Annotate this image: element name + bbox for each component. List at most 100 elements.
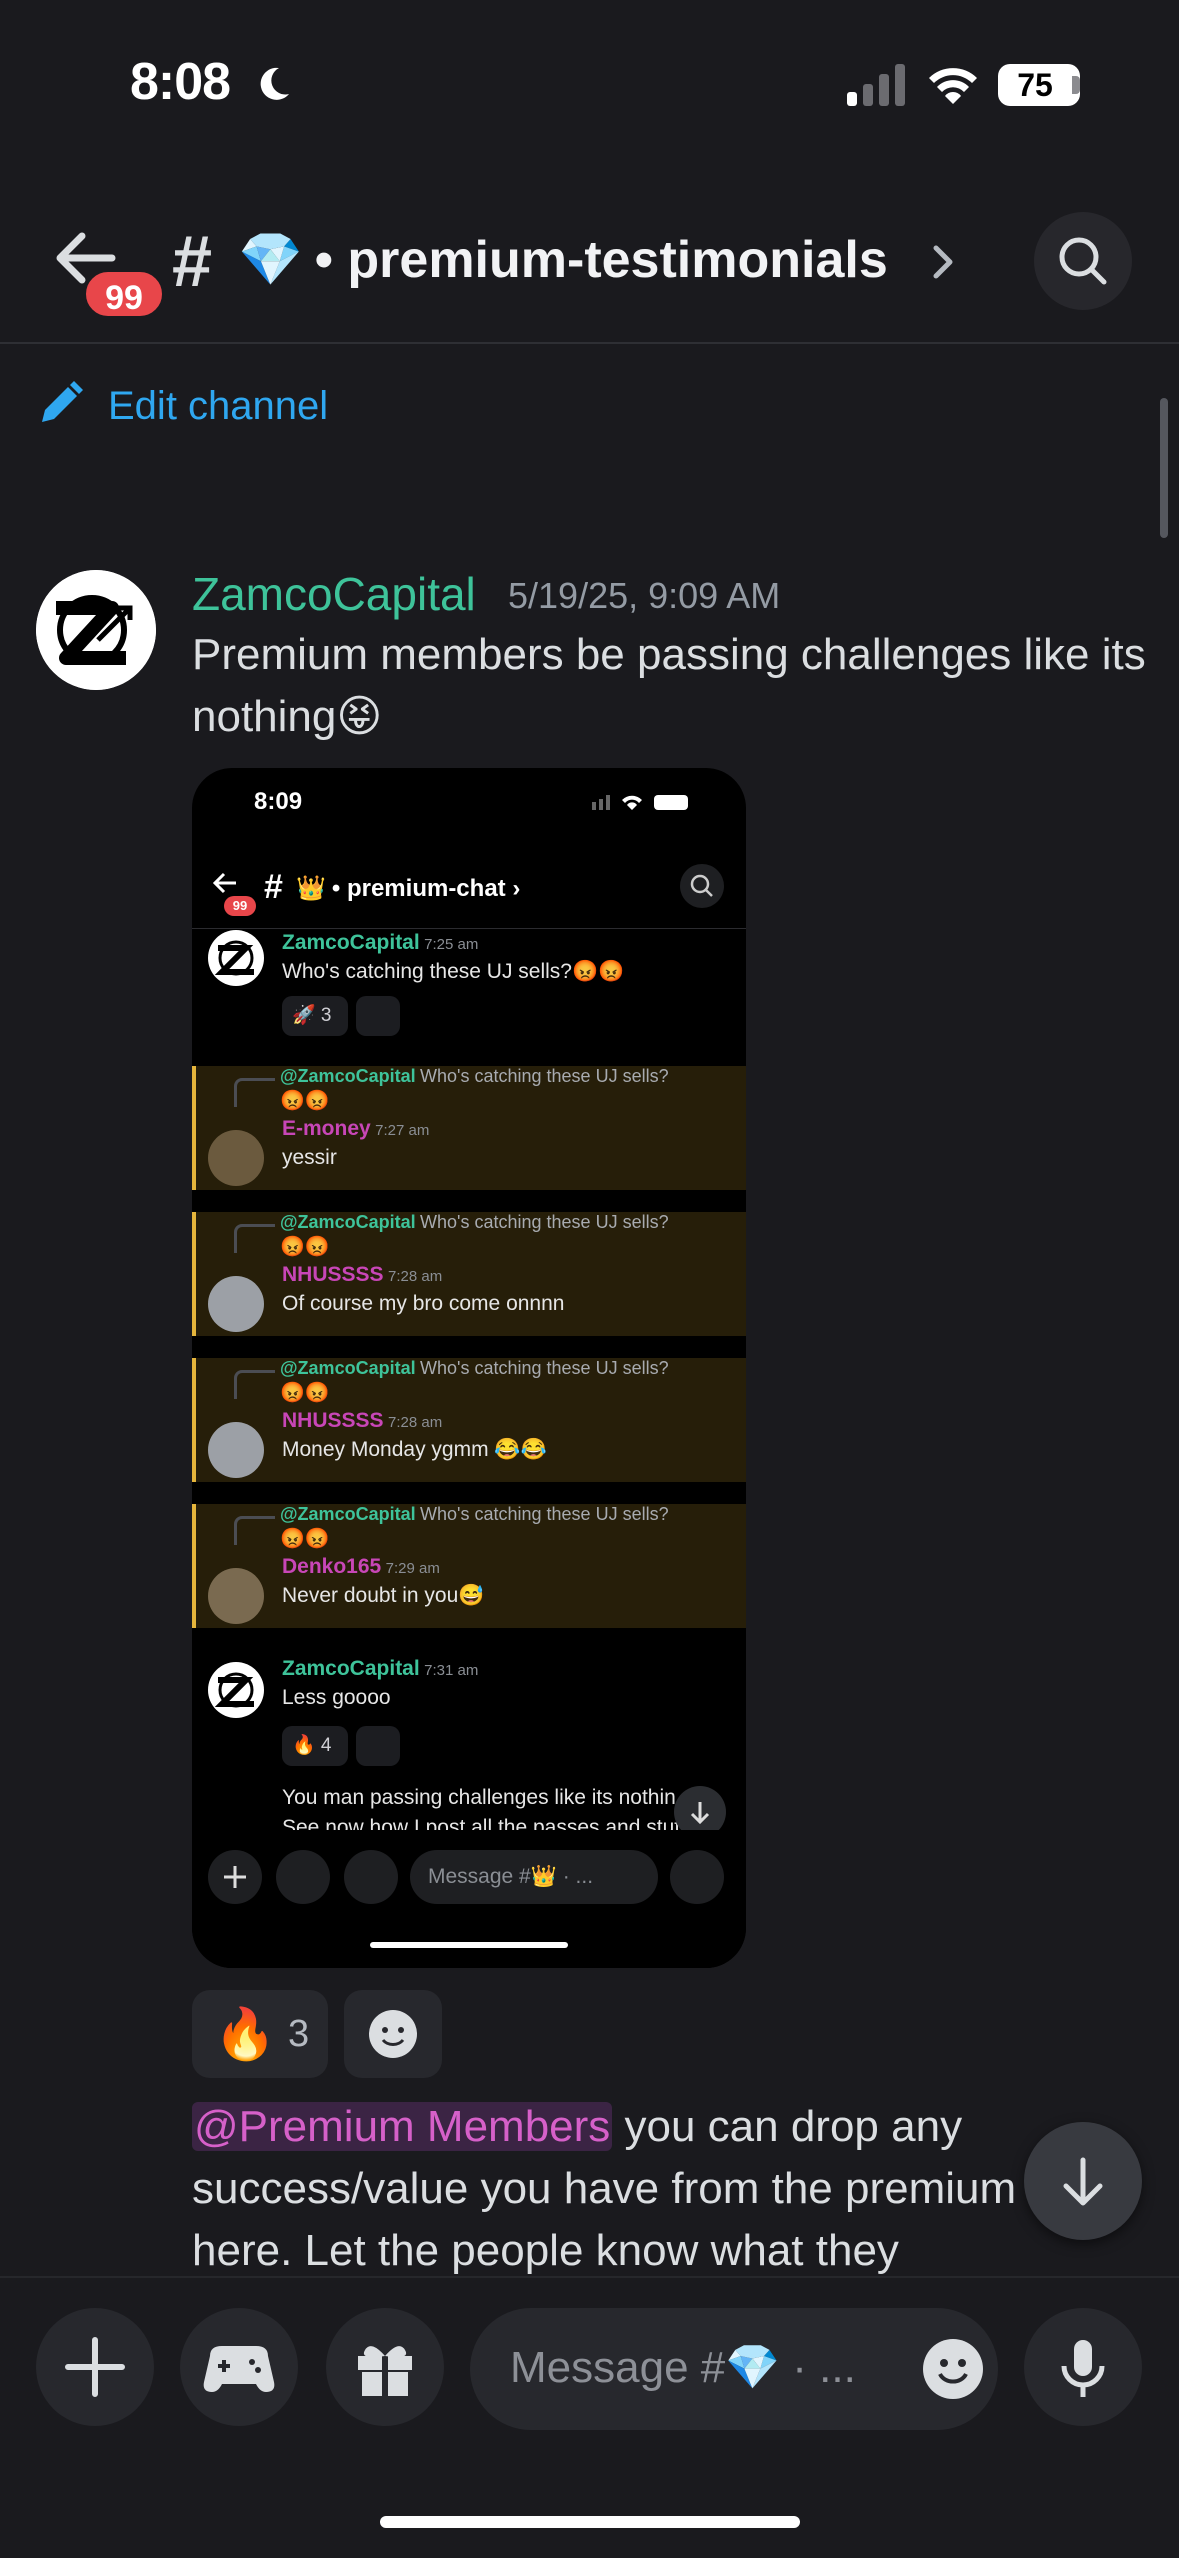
attachment-msg-author: ZamcoCapital [282,1657,420,1680]
attachment-reaction: 🚀 3 [282,996,348,1036]
attachment-msg-1-header: E-money 7:27 am [282,1116,429,1144]
edit-channel-link[interactable]: Edit channel [108,382,328,430]
reply-text: Who's catching these UJ sells? [420,1066,669,1086]
reply-connector [234,1078,275,1107]
gamepad-icon [203,2346,275,2392]
reply-connector [234,1224,275,1253]
attachment-channel-emoji: 👑 [296,875,326,902]
reply-text: Who's catching these UJ sells? [420,1358,669,1378]
signal-icon [845,62,907,108]
attachment-msg-text: Money Monday ygmm 😂😂 [282,1438,547,1461]
attachment-back-icon [210,868,240,898]
attachment-msg-4-header: Denko165 7:29 am [282,1554,440,1582]
attachment-avatar [208,1422,264,1478]
attachment-channel-title: 👑 • premium-chat › [296,875,521,902]
attachment-plus-icon [208,1850,262,1904]
reply-author: @ZamcoCapital [280,1504,416,1524]
attachment-channel-name: • premium-chat [331,875,506,902]
attachment-msg-text: Never doubt in you😅 [282,1584,485,1607]
attachment-msg-3-header: NHUSSSS 7:28 am [282,1408,442,1436]
attachment-message-input: Message #👑 · ... [410,1850,658,1904]
attachment-msg-5-header: ZamcoCapital 7:31 am [282,1656,478,1684]
plus-icon [65,2337,125,2397]
attachment-status-icons [592,792,692,812]
activities-button[interactable] [180,2308,298,2426]
arrow-down-icon [1063,2157,1103,2206]
attachment-divider [192,928,746,929]
smiley-icon [369,2010,417,2058]
unread-badge: 99 [82,268,166,320]
reaction-count: 3 [288,2013,310,2055]
message-author[interactable]: ZamcoCapital [192,564,476,624]
attachment-avatar [208,1130,264,1186]
header-divider [0,342,1179,344]
channel-hash-icon: # [172,222,213,302]
attachment-reply-ref: @ZamcoCapital Who's catching these UJ se… [280,1064,669,1088]
reply-text: Who's catching these UJ sells? [420,1504,669,1524]
attachment-trailing-text: You man passing challenges like its noth… [282,1786,676,1809]
search-button[interactable] [1034,212,1132,310]
attachment-reply-ref: @ZamcoCapital Who's catching these UJ se… [280,1210,669,1234]
attachment-home-indicator [370,1942,568,1948]
attachment-hash-icon: # [264,868,283,906]
battery-tip [1072,76,1080,94]
battery-level: 75 [1017,67,1053,103]
pencil-icon[interactable] [36,380,84,428]
moon-icon [253,64,293,104]
attachment-reply-ref: @ZamcoCapital Who's catching these UJ se… [280,1502,669,1526]
wifi-icon [925,62,981,108]
attachment-avatar [208,1276,264,1332]
plus-button[interactable] [36,2308,154,2426]
attachment-msg-text: Who's catching these UJ sells?😡😡 [282,960,625,983]
jump-to-latest-button[interactable] [1024,2122,1142,2240]
emoji-icon[interactable] [920,2336,986,2402]
attachment-msg-author: ZamcoCapital [282,931,420,954]
attachment-avatar [208,1662,264,1718]
image-attachment[interactable]: 8:09 99 # 👑 • premium-chat › ZamcoCapital… [192,768,746,1968]
channel-emoji: 💎 [238,231,303,289]
attachment-msg-time: 7:28 am [387,1268,443,1285]
search-icon [1059,237,1107,285]
add-reaction-button[interactable] [344,1990,442,2078]
attachment-gamepad-icon [276,1850,330,1904]
channel-title[interactable]: 💎 • premium-testimonials [238,228,888,292]
gift-icon [358,2346,412,2396]
attachment-add-reaction-icon [356,1726,400,1766]
attachment-msg-time: 7:25 am [424,936,479,953]
attachment-reaction: 🔥 4 [282,1726,348,1766]
home-indicator [380,2516,800,2528]
attachment-msg-time: 7:28 am [387,1414,443,1431]
attachment-gift-icon [344,1850,398,1904]
chevron-right-icon[interactable] [930,240,956,284]
attachment-search-icon [680,864,724,908]
reply-author: @ZamcoCapital [280,1212,416,1232]
reply-connector [234,1370,275,1399]
attachment-msg-text: Of course my bro come onnnn [282,1292,565,1315]
avatar[interactable] [36,570,156,690]
role-mention[interactable]: @Premium Members [192,2102,613,2151]
message-timestamp: 5/19/25, 9:09 AM [508,575,781,616]
attachment-msg-author: NHUSSSS [282,1409,384,1432]
attachment-msg-0-header: ZamcoCapital 7:25 am [282,930,478,958]
attachment-reply-ref: @ZamcoCapital Who's catching these UJ se… [280,1356,669,1380]
reply-emojis: 😡😡 [280,1528,330,1550]
attachment-badge: 99 [224,896,256,916]
attachment-msg-2-header: NHUSSSS 7:28 am [282,1262,442,1290]
microphone-icon [1061,2340,1105,2397]
scrollbar-thumb[interactable] [1160,398,1168,538]
status-time: 8:08 [130,53,231,111]
fire-emoji: 🔥 [214,2006,277,2062]
attachment-msg-text: yessir [282,1146,337,1169]
message-text: Premium members be passing challenges li… [192,630,1146,741]
channel-name: • premium-testimonials [314,231,888,289]
attachment-msg-author: E-money [282,1117,371,1140]
attachment-avatar [208,1568,264,1624]
attachment-add-reaction-icon [356,996,400,1036]
attachment-msg-text: Less goooo [282,1686,391,1709]
attachment-msg-author: Denko165 [282,1555,382,1578]
voice-message-button[interactable] [1024,2308,1142,2426]
reply-author: @ZamcoCapital [280,1066,416,1086]
reply-connector [234,1516,275,1545]
gift-button[interactable] [326,2308,444,2426]
attachment-mic-icon [670,1850,724,1904]
